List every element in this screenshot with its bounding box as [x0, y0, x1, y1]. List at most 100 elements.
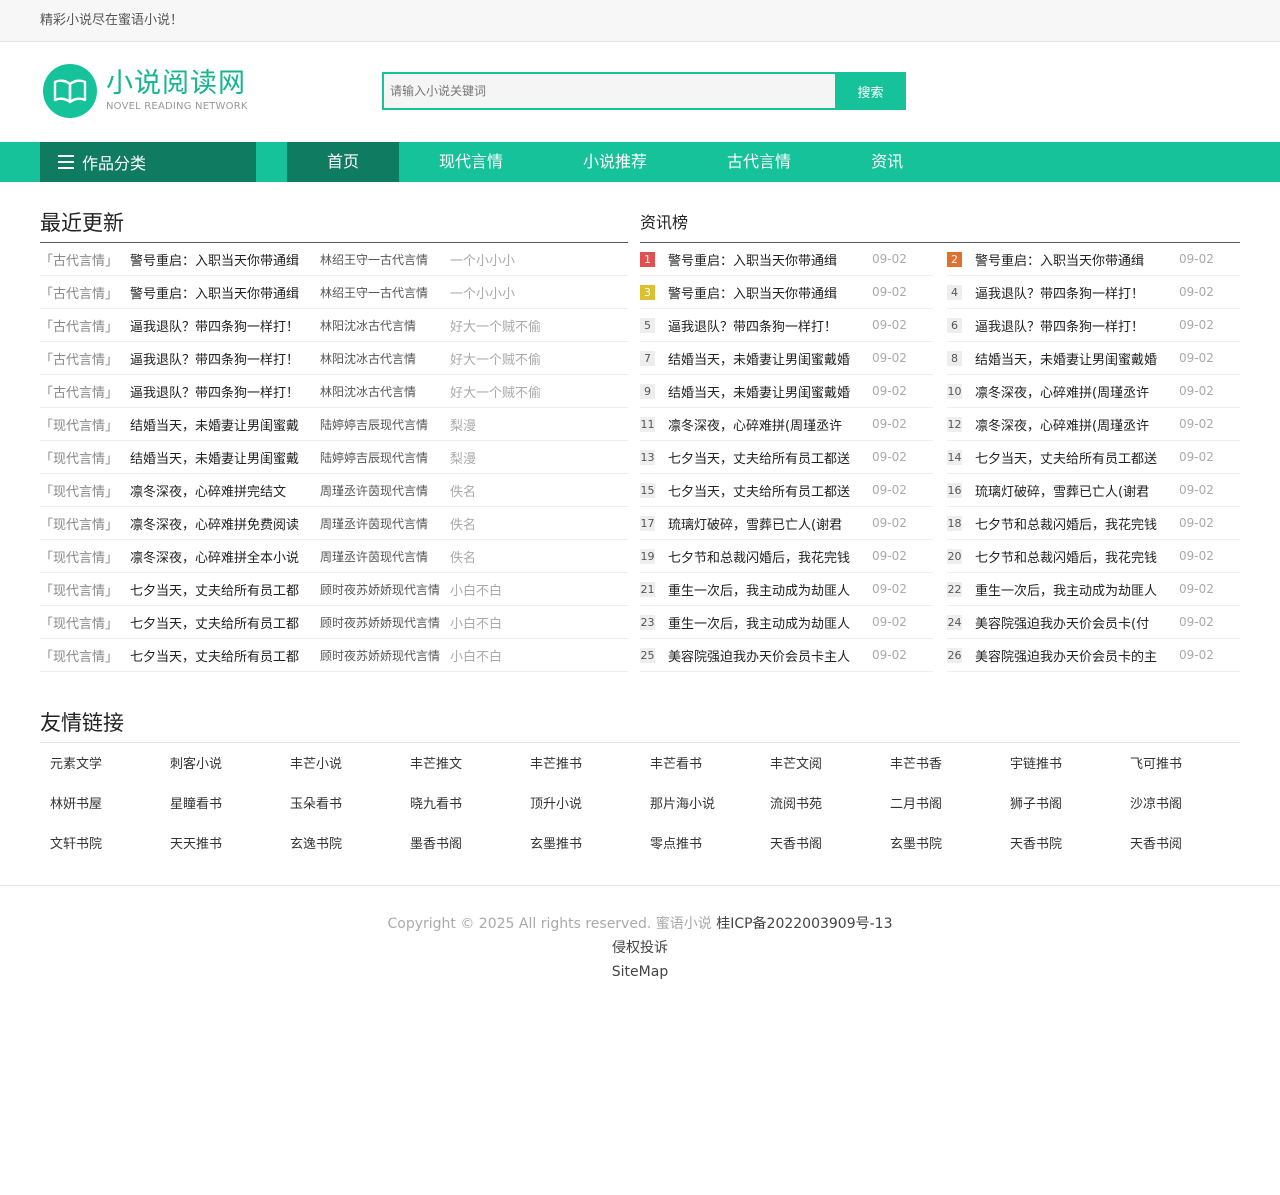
rank-title[interactable]: 结婚当天，未婚妻让男闺蜜戴婚 [668, 349, 864, 368]
rank-item[interactable]: 17 琉璃灯破碎，雪葬已亡人(谢君 09-02 [640, 507, 933, 540]
update-book-title[interactable]: 七夕当天，丈夫给所有员工都 [130, 613, 320, 632]
friend-link[interactable]: 丰芒小说 [280, 745, 400, 785]
rank-title[interactable]: 美容院强迫我办天价会员卡的主 [975, 646, 1171, 665]
update-category[interactable]: 「现代言情」 [40, 415, 130, 434]
update-book-title[interactable]: 逼我退队？带四条狗一样打！ [130, 316, 320, 335]
friend-link[interactable]: 天香书阅 [1120, 825, 1240, 865]
rank-title[interactable]: 美容院强迫我办天价会员卡主人 [668, 646, 864, 665]
update-author[interactable]: 佚名 [450, 547, 476, 566]
rank-title[interactable]: 警号重启：入职当天你带通缉 [975, 250, 1171, 269]
friend-link[interactable]: 丰芒推书 [520, 745, 640, 785]
rank-item[interactable]: 20 七夕节和总裁闪婚后，我花完钱 09-02 [947, 540, 1240, 573]
update-author[interactable]: 小白不白 [450, 613, 502, 632]
update-category[interactable]: 「现代言情」 [40, 448, 130, 467]
rank-item[interactable]: 16 琉璃灯破碎，雪葬已亡人(谢君 09-02 [947, 474, 1240, 507]
rank-item[interactable]: 14 七夕当天，丈夫给所有员工都送 09-02 [947, 441, 1240, 474]
nav-item-home[interactable]: 首页 [287, 142, 400, 182]
friend-link[interactable]: 二月书阁 [880, 785, 1000, 825]
sitemap-link[interactable]: SiteMap [612, 964, 668, 980]
update-book-title[interactable]: 结婚当天，未婚妻让男闺蜜戴 [130, 448, 320, 467]
update-book-title[interactable]: 逼我退队？带四条狗一样打！ [130, 349, 320, 368]
update-category[interactable]: 「现代言情」 [40, 580, 130, 599]
friend-link[interactable]: 墨香书阁 [400, 825, 520, 865]
search-input[interactable] [382, 72, 835, 110]
rank-item[interactable]: 2 警号重启：入职当天你带通缉 09-02 [947, 243, 1240, 276]
rank-item[interactable]: 3 警号重启：入职当天你带通缉 09-02 [640, 276, 933, 309]
rank-title[interactable]: 美容院强迫我办天价会员卡(付 [975, 613, 1171, 632]
update-category[interactable]: 「古代言情」 [40, 382, 130, 401]
friend-link[interactable]: 那片海小说 [640, 785, 760, 825]
complaint-link[interactable]: 侵权投诉 [612, 940, 668, 956]
update-category[interactable]: 「现代言情」 [40, 613, 130, 632]
update-category[interactable]: 「现代言情」 [40, 646, 130, 665]
rank-item[interactable]: 9 结婚当天，未婚妻让男闺蜜戴婚 09-02 [640, 375, 933, 408]
rank-item[interactable]: 23 重生一次后，我主动成为劫匪人 09-02 [640, 606, 933, 639]
update-author[interactable]: 佚名 [450, 481, 476, 500]
update-author[interactable]: 梨漫 [450, 415, 476, 434]
friend-link[interactable]: 零点推书 [640, 825, 760, 865]
rank-title[interactable]: 七夕节和总裁闪婚后，我花完钱 [668, 547, 864, 566]
rank-title[interactable]: 凛冬深夜，心碎难拼(周瑾丞许 [975, 415, 1171, 434]
update-book-title[interactable]: 七夕当天，丈夫给所有员工都 [130, 580, 320, 599]
friend-link[interactable]: 顶升小说 [520, 785, 640, 825]
update-category[interactable]: 「古代言情」 [40, 316, 130, 335]
friend-link[interactable]: 玄墨推书 [520, 825, 640, 865]
rank-title[interactable]: 七夕当天，丈夫给所有员工都送 [668, 448, 864, 467]
update-book-title[interactable]: 凛冬深夜，心碎难拼免费阅读 [130, 514, 320, 533]
rank-item[interactable]: 8 结婚当天，未婚妻让男闺蜜戴婚 09-02 [947, 342, 1240, 375]
rank-title[interactable]: 琉璃灯破碎，雪葬已亡人(谢君 [975, 481, 1171, 500]
friend-link[interactable]: 沙凉书阁 [1120, 785, 1240, 825]
rank-title[interactable]: 凛冬深夜，心碎难拼(周瑾丞许 [668, 415, 864, 434]
rank-item[interactable]: 19 七夕节和总裁闪婚后，我花完钱 09-02 [640, 540, 933, 573]
rank-item[interactable]: 25 美容院强迫我办天价会员卡主人 09-02 [640, 639, 933, 672]
friend-link[interactable]: 丰芒书香 [880, 745, 1000, 785]
friend-link[interactable]: 天香书阁 [760, 825, 880, 865]
update-author[interactable]: 好大一个贼不偷 [450, 316, 541, 335]
rank-item[interactable]: 13 七夕当天，丈夫给所有员工都送 09-02 [640, 441, 933, 474]
rank-title[interactable]: 警号重启：入职当天你带通缉 [668, 250, 864, 269]
update-book-title[interactable]: 结婚当天，未婚妻让男闺蜜戴 [130, 415, 320, 434]
rank-item[interactable]: 18 七夕节和总裁闪婚后，我花完钱 09-02 [947, 507, 1240, 540]
rank-title[interactable]: 重生一次后，我主动成为劫匪人 [975, 580, 1171, 599]
search-button[interactable]: 搜索 [835, 72, 906, 110]
rank-title[interactable]: 七夕节和总裁闪婚后，我花完钱 [975, 547, 1171, 566]
rank-title[interactable]: 凛冬深夜，心碎难拼(周瑾丞许 [975, 382, 1171, 401]
update-author[interactable]: 好大一个贼不偷 [450, 382, 541, 401]
rank-title[interactable]: 七夕当天，丈夫给所有员工都送 [668, 481, 864, 500]
rank-title[interactable]: 结婚当天，未婚妻让男闺蜜戴婚 [668, 382, 864, 401]
update-book-title[interactable]: 凛冬深夜，心碎难拼全本小说 [130, 547, 320, 566]
update-category[interactable]: 「古代言情」 [40, 349, 130, 368]
rank-item[interactable]: 6 逼我退队？带四条狗一样打！ 09-02 [947, 309, 1240, 342]
update-book-title[interactable]: 警号重启：入职当天你带通缉 [130, 283, 320, 302]
friend-link[interactable]: 丰芒文阅 [760, 745, 880, 785]
friend-link[interactable]: 星瞳看书 [160, 785, 280, 825]
rank-title[interactable]: 逼我退队？带四条狗一样打！ [668, 316, 864, 335]
category-menu-button[interactable]: 作品分类 [40, 142, 256, 182]
friend-link[interactable]: 天天推书 [160, 825, 280, 865]
friend-link[interactable]: 流阅书苑 [760, 785, 880, 825]
rank-item[interactable]: 7 结婚当天，未婚妻让男闺蜜戴婚 09-02 [640, 342, 933, 375]
rank-item[interactable]: 1 警号重启：入职当天你带通缉 09-02 [640, 243, 933, 276]
nav-item-ancient-romance[interactable]: 古代言情 [687, 142, 831, 182]
rank-title[interactable]: 逼我退队？带四条狗一样打！ [975, 283, 1171, 302]
nav-item-modern-romance[interactable]: 现代言情 [399, 142, 543, 182]
friend-link[interactable]: 狮子书阁 [1000, 785, 1120, 825]
friend-link[interactable]: 天香书院 [1000, 825, 1120, 865]
rank-title[interactable]: 逼我退队？带四条狗一样打！ [975, 316, 1171, 335]
update-book-title[interactable]: 七夕当天，丈夫给所有员工都 [130, 646, 320, 665]
friend-link[interactable]: 文轩书院 [40, 825, 160, 865]
friend-link[interactable]: 晓九看书 [400, 785, 520, 825]
rank-title[interactable]: 琉璃灯破碎，雪葬已亡人(谢君 [668, 514, 864, 533]
rank-item[interactable]: 5 逼我退队？带四条狗一样打！ 09-02 [640, 309, 933, 342]
friend-link[interactable]: 飞可推书 [1120, 745, 1240, 785]
icp-link[interactable]: 桂ICP备2022003909号-13 [716, 916, 892, 932]
rank-title[interactable]: 警号重启：入职当天你带通缉 [668, 283, 864, 302]
friend-link[interactable]: 丰芒看书 [640, 745, 760, 785]
rank-title[interactable]: 七夕节和总裁闪婚后，我花完钱 [975, 514, 1171, 533]
rank-item[interactable]: 21 重生一次后，我主动成为劫匪人 09-02 [640, 573, 933, 606]
update-category[interactable]: 「古代言情」 [40, 283, 130, 302]
update-author[interactable]: 小白不白 [450, 580, 502, 599]
rank-title[interactable]: 重生一次后，我主动成为劫匪人 [668, 580, 864, 599]
rank-item[interactable]: 26 美容院强迫我办天价会员卡的主 09-02 [947, 639, 1240, 672]
update-category[interactable]: 「现代言情」 [40, 547, 130, 566]
